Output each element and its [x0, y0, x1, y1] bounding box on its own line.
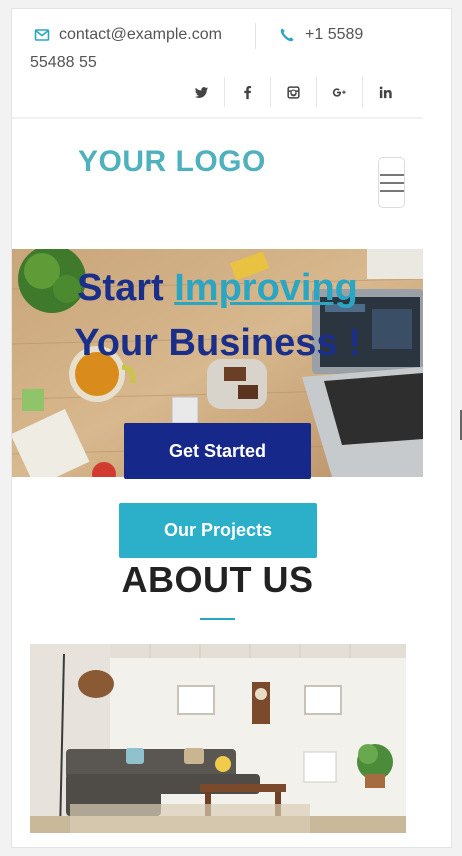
about-image — [30, 644, 406, 833]
email-contact[interactable]: contact@example.com — [34, 26, 222, 44]
page-frame: contact@example.com +1 5589 55488 55 YOU… — [11, 8, 452, 848]
topbar-divider — [255, 23, 256, 49]
hero-title-start: Start — [77, 267, 175, 309]
phone-contact[interactable]: +1 5589 — [279, 26, 363, 44]
hero-title-accent: Improving — [174, 267, 358, 309]
social-links — [178, 77, 408, 107]
phone-text-part1: +1 5589 — [305, 26, 364, 43]
site-logo[interactable]: YOUR LOGO — [78, 145, 266, 179]
facebook-icon[interactable] — [224, 77, 270, 107]
phone-icon — [279, 27, 295, 43]
topbar-separator — [12, 117, 423, 119]
hero-title: Start Improving Your Business ! — [12, 261, 423, 371]
google-plus-icon[interactable] — [316, 77, 362, 107]
instagram-icon[interactable] — [270, 77, 316, 107]
about-title: ABOUT US — [121, 559, 314, 600]
about-underline — [200, 618, 235, 620]
envelope-icon — [34, 27, 50, 43]
twitter-icon[interactable] — [178, 77, 224, 107]
phone-text-part2: 55488 55 — [30, 54, 97, 71]
our-projects-button[interactable]: Our Projects — [119, 503, 317, 558]
topbar: contact@example.com +1 5589 55488 55 — [12, 9, 451, 119]
email-text: contact@example.com — [59, 26, 222, 43]
linkedin-icon[interactable] — [362, 77, 408, 107]
get-started-button[interactable]: Get Started — [124, 423, 311, 479]
hero-title-line2: Your Business ! — [74, 322, 361, 364]
hamburger-icon[interactable] — [378, 157, 405, 208]
